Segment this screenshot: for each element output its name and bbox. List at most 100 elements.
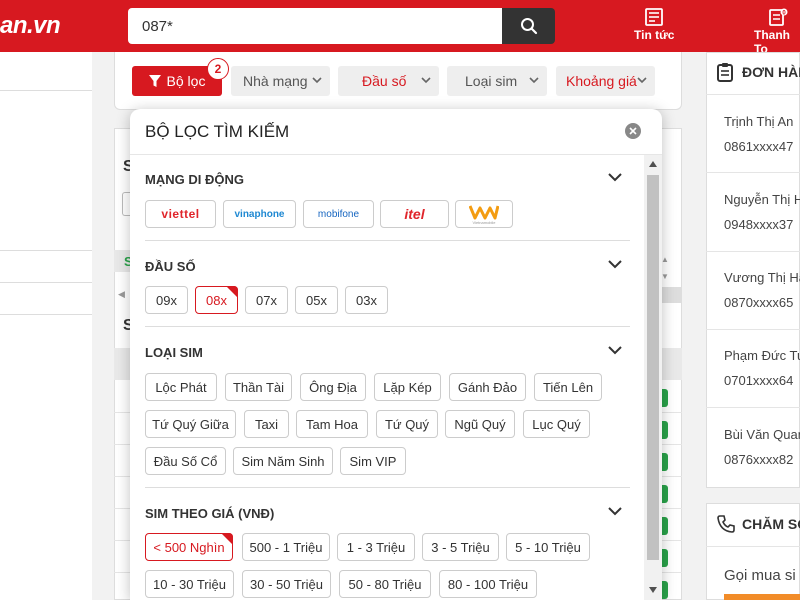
- dropdown-price[interactable]: Khoảng giá: [556, 66, 655, 96]
- order-item: Bùi Văn Quang 0876xxxx82: [724, 427, 800, 467]
- order-name: Bùi Văn Quang: [724, 427, 800, 442]
- sim-type-chip[interactable]: Sim Năm Sinh: [233, 447, 333, 475]
- divider: [0, 90, 92, 91]
- chevron-down-icon: [421, 77, 431, 84]
- order-phone: 0861xxxx47: [724, 139, 794, 154]
- phone-support-icon: [717, 515, 735, 533]
- section-title-price: SIM THEO GIÁ (VNĐ): [145, 506, 275, 521]
- divider: [706, 329, 800, 330]
- sim-type-chip[interactable]: Sim VIP: [340, 447, 406, 475]
- sim-type-chip[interactable]: Tứ Quý Giữa: [145, 410, 236, 438]
- prefix-08x[interactable]: 08x: [195, 286, 238, 314]
- divider: [706, 94, 800, 95]
- sim-type-chip[interactable]: Thần Tài: [225, 373, 292, 401]
- sim-type-chip[interactable]: Gánh Đảo: [449, 373, 526, 401]
- customer-care-heading: CHĂM SÓ: [716, 514, 800, 534]
- price-chip[interactable]: 500 - 1 Triệu: [242, 533, 330, 561]
- price-chip[interactable]: 10 - 30 Triệu: [145, 570, 234, 598]
- price-chip[interactable]: 50 - 80 Triệu: [339, 570, 431, 598]
- scroll-left-icon[interactable]: ◀: [118, 289, 125, 300]
- carrier-mobifone[interactable]: mobifone: [303, 200, 374, 228]
- sim-type-chip[interactable]: Đầu Số Cổ: [145, 447, 226, 475]
- order-item: Phạm Đức Tu 0701xxxx64: [724, 348, 800, 388]
- news-label: Tin tức: [634, 28, 675, 42]
- scrollbar-fragment[interactable]: [662, 287, 682, 303]
- section-title-prefix: ĐẦU SỐ: [145, 259, 196, 274]
- dropdown-label: Khoảng giá: [566, 73, 637, 89]
- carrier-viettel[interactable]: viettel: [145, 200, 216, 228]
- price-chip[interactable]: 5 - 10 Triệu: [506, 533, 590, 561]
- checkout-link[interactable]: 0 Thanh To: [754, 8, 800, 56]
- dropdown-network[interactable]: Nhà mạng: [231, 66, 330, 96]
- divider: [0, 282, 92, 283]
- order-name: Trịnh Thị An: [724, 114, 794, 129]
- order-phone: 0701xxxx64: [724, 373, 794, 388]
- divider: [145, 326, 630, 327]
- divider: [706, 546, 800, 547]
- close-button[interactable]: [625, 123, 641, 139]
- dropdown-prefix[interactable]: Đầu số: [338, 66, 439, 96]
- sim-type-chip[interactable]: Lộc Phát: [145, 373, 217, 401]
- news-link[interactable]: Tin tức: [634, 8, 674, 42]
- divider: [706, 251, 800, 252]
- modal-scrollbar[interactable]: [644, 155, 662, 600]
- price-chip[interactable]: 1 - 3 Triệu: [337, 533, 415, 561]
- call-to-buy-text: Gọi mua si: [724, 567, 796, 584]
- chevron-down-icon[interactable]: [608, 259, 622, 269]
- divider: [0, 314, 92, 315]
- order-phone: 0870xxxx65: [724, 295, 794, 310]
- divider: [0, 250, 92, 251]
- funnel-icon: [148, 74, 161, 87]
- carrier-itel[interactable]: itel: [380, 200, 449, 228]
- dropdown-label: Đầu số: [362, 73, 407, 89]
- prefix-09x[interactable]: 09x: [145, 286, 188, 314]
- scroll-down-icon[interactable]: ▼: [661, 272, 669, 281]
- dropdown-sim-type[interactable]: Loại sim: [447, 66, 547, 96]
- customer-care-title: CHĂM SÓ: [742, 516, 800, 532]
- sim-type-chip[interactable]: Ông Địa: [300, 373, 366, 401]
- filter-modal: BỘ LỌC TÌM KIẾM MẠNG DI ĐỘNG viettel vin…: [130, 109, 662, 600]
- dropdown-label: Nhà mạng: [243, 73, 308, 89]
- search-input[interactable]: [128, 8, 502, 44]
- sim-type-chip[interactable]: Lặp Kép: [374, 373, 441, 401]
- chevron-down-icon: [312, 77, 322, 84]
- vietnamobile-logo: [469, 204, 499, 219]
- carrier-label: Vietnamobile: [472, 219, 496, 225]
- scroll-up-icon[interactable]: ▲: [661, 255, 669, 264]
- sim-type-chip[interactable]: Lục Quý: [523, 410, 590, 438]
- sim-type-chip[interactable]: Ngũ Quý: [445, 410, 515, 438]
- left-column: [0, 52, 92, 600]
- dropdown-label: Loại sim: [465, 73, 518, 89]
- price-chip[interactable]: 80 - 100 Triệu: [439, 570, 537, 598]
- price-chip[interactable]: 30 - 50 Triệu: [242, 570, 331, 598]
- price-chip-selected[interactable]: < 500 Nghìn: [145, 533, 233, 561]
- scroll-thumb[interactable]: [647, 175, 659, 560]
- price-chip[interactable]: 3 - 5 Triệu: [422, 533, 499, 561]
- chevron-down-icon: [637, 77, 647, 84]
- order-name: Nguyễn Thị Hu: [724, 192, 800, 207]
- recent-orders-title: ĐƠN HÀNG: [742, 64, 800, 80]
- sim-type-chip[interactable]: Tiến Lên: [534, 373, 602, 401]
- site-logo[interactable]: an.vn: [0, 12, 61, 40]
- sim-type-chip[interactable]: Taxi: [244, 410, 289, 438]
- chevron-down-icon[interactable]: [608, 506, 622, 516]
- scroll-up-icon[interactable]: [649, 161, 657, 167]
- carrier-vinaphone[interactable]: vinaphone: [223, 200, 296, 228]
- newspaper-icon: [645, 8, 664, 26]
- sim-type-chip[interactable]: Tam Hoa: [296, 410, 368, 438]
- chevron-down-icon[interactable]: [608, 345, 622, 355]
- prefix-05x[interactable]: 05x: [295, 286, 338, 314]
- scroll-down-icon[interactable]: [649, 587, 657, 593]
- chevron-down-icon[interactable]: [608, 172, 622, 182]
- divider: [706, 407, 800, 408]
- carrier-vietnamobile[interactable]: Vietnamobile: [455, 200, 513, 228]
- search-button[interactable]: [502, 8, 555, 44]
- prefix-03x[interactable]: 03x: [345, 286, 388, 314]
- sim-type-chip[interactable]: Tứ Quý: [376, 410, 438, 438]
- section-title-network: MẠNG DI ĐỘNG: [145, 172, 244, 187]
- search-icon: [520, 18, 537, 35]
- care-button-fragment[interactable]: [724, 594, 800, 600]
- order-item: Vương Thị Hằ 0870xxxx65: [724, 270, 800, 310]
- prefix-07x[interactable]: 07x: [245, 286, 288, 314]
- filter-count-badge: 2: [207, 58, 229, 80]
